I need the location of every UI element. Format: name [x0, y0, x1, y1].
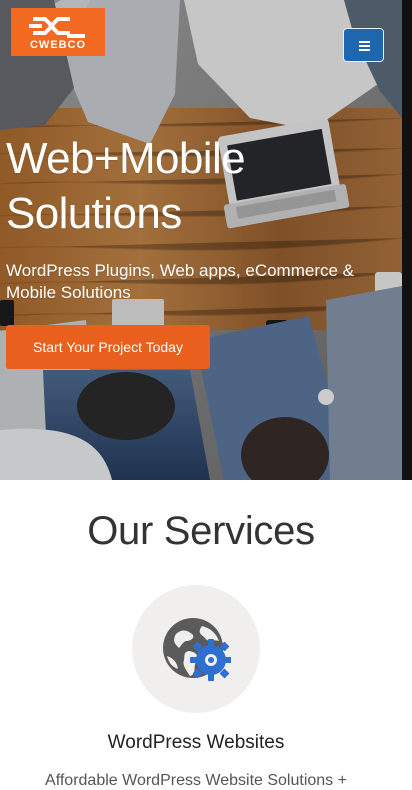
logo-text: CWEBCO [29, 39, 87, 51]
wordpress-websites-description: Affordable WordPress Website Solutions + [45, 772, 347, 789]
cwebco-logo[interactable]: CWEBCO [11, 8, 105, 56]
hamburger-menu-icon [359, 41, 370, 51]
wordpress-service-icon-circle [132, 585, 260, 713]
hero-title: Web+Mobile Solutions [6, 134, 246, 238]
globe-gear-icon [163, 618, 231, 681]
scrollbar-track[interactable] [402, 0, 412, 480]
wordpress-websites-heading: WordPress Websites [107, 732, 285, 753]
hero-subtitle: WordPress Plugins, Web apps, eCommerce &… [6, 261, 355, 302]
start-project-button[interactable]: Start Your Project Today [6, 325, 210, 369]
page: CWEBCO Web+Mobile Solutions WordPress Pl… [0, 0, 412, 790]
main-menu-button[interactable] [343, 28, 384, 62]
services-title: Our Services [87, 509, 315, 553]
hero-section: CWEBCO Web+Mobile Solutions WordPress Pl… [0, 0, 402, 480]
cwebco-logo-mark-icon [29, 17, 85, 38]
